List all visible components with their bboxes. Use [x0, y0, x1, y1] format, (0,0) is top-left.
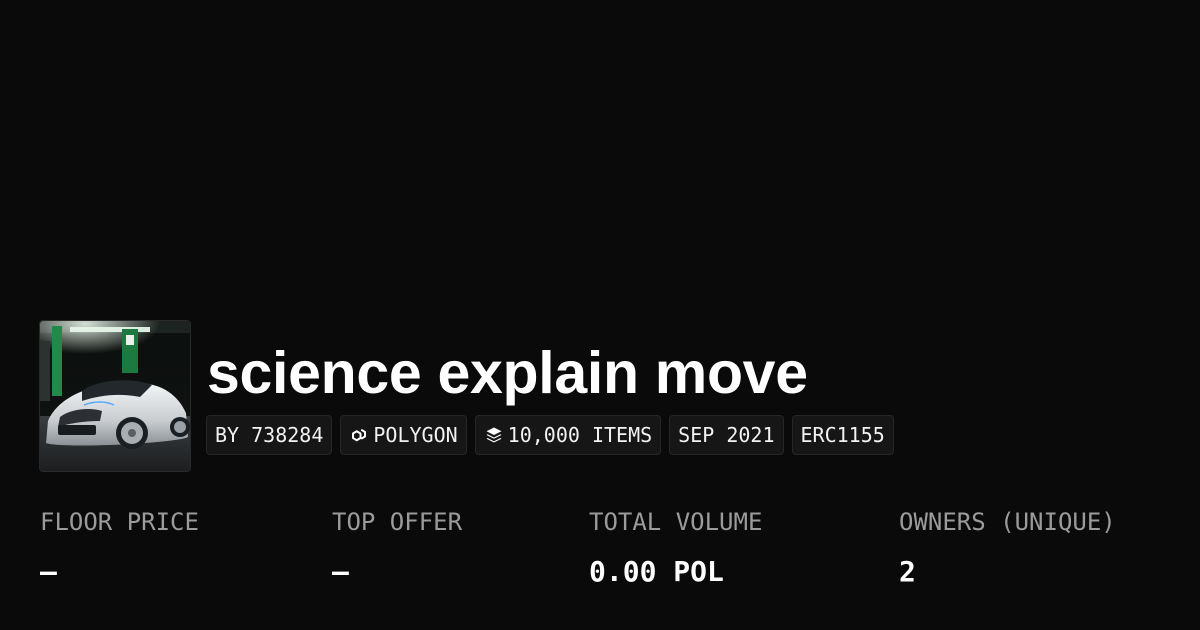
date-chip: SEP 2021 [669, 415, 784, 455]
creator-label: BY 738284 [215, 423, 324, 447]
stat-label: FLOOR PRICE [40, 508, 199, 536]
collection-title: science explain move [207, 340, 808, 406]
stat-value: 2 [899, 555, 916, 588]
created-date: SEP 2021 [678, 423, 775, 447]
collection-avatar [40, 321, 190, 471]
chain-chip[interactable]: POLYGON [340, 415, 467, 455]
polygon-chain-icon [349, 425, 369, 445]
chain-label: POLYGON [373, 423, 458, 447]
car-photo-image [40, 321, 190, 471]
token-standard: ERC1155 [800, 423, 885, 447]
stat-total-volume: TOTAL VOLUME 0.00 POL [589, 505, 762, 589]
stat-floor-price: FLOOR PRICE – [40, 505, 199, 589]
layers-icon [484, 425, 504, 445]
stat-value: – [332, 555, 349, 588]
stat-value: – [40, 555, 57, 588]
stat-value: 0.00 POL [589, 555, 724, 588]
items-count: 10,000 ITEMS [507, 423, 653, 447]
collection-meta-chips: BY 738284 POLYGON 10,000 ITEMS SEP 2021 … [206, 415, 894, 455]
creator-chip[interactable]: BY 738284 [206, 415, 333, 455]
standard-chip: ERC1155 [791, 415, 894, 455]
stat-top-offer: TOP OFFER – [332, 505, 462, 589]
stat-label: TOP OFFER [332, 508, 463, 536]
stat-label: OWNERS (UNIQUE) [899, 508, 1116, 536]
stat-owners: OWNERS (UNIQUE) 2 [899, 505, 1116, 589]
items-chip: 10,000 ITEMS [474, 415, 662, 455]
stat-label: TOTAL VOLUME [589, 508, 763, 536]
